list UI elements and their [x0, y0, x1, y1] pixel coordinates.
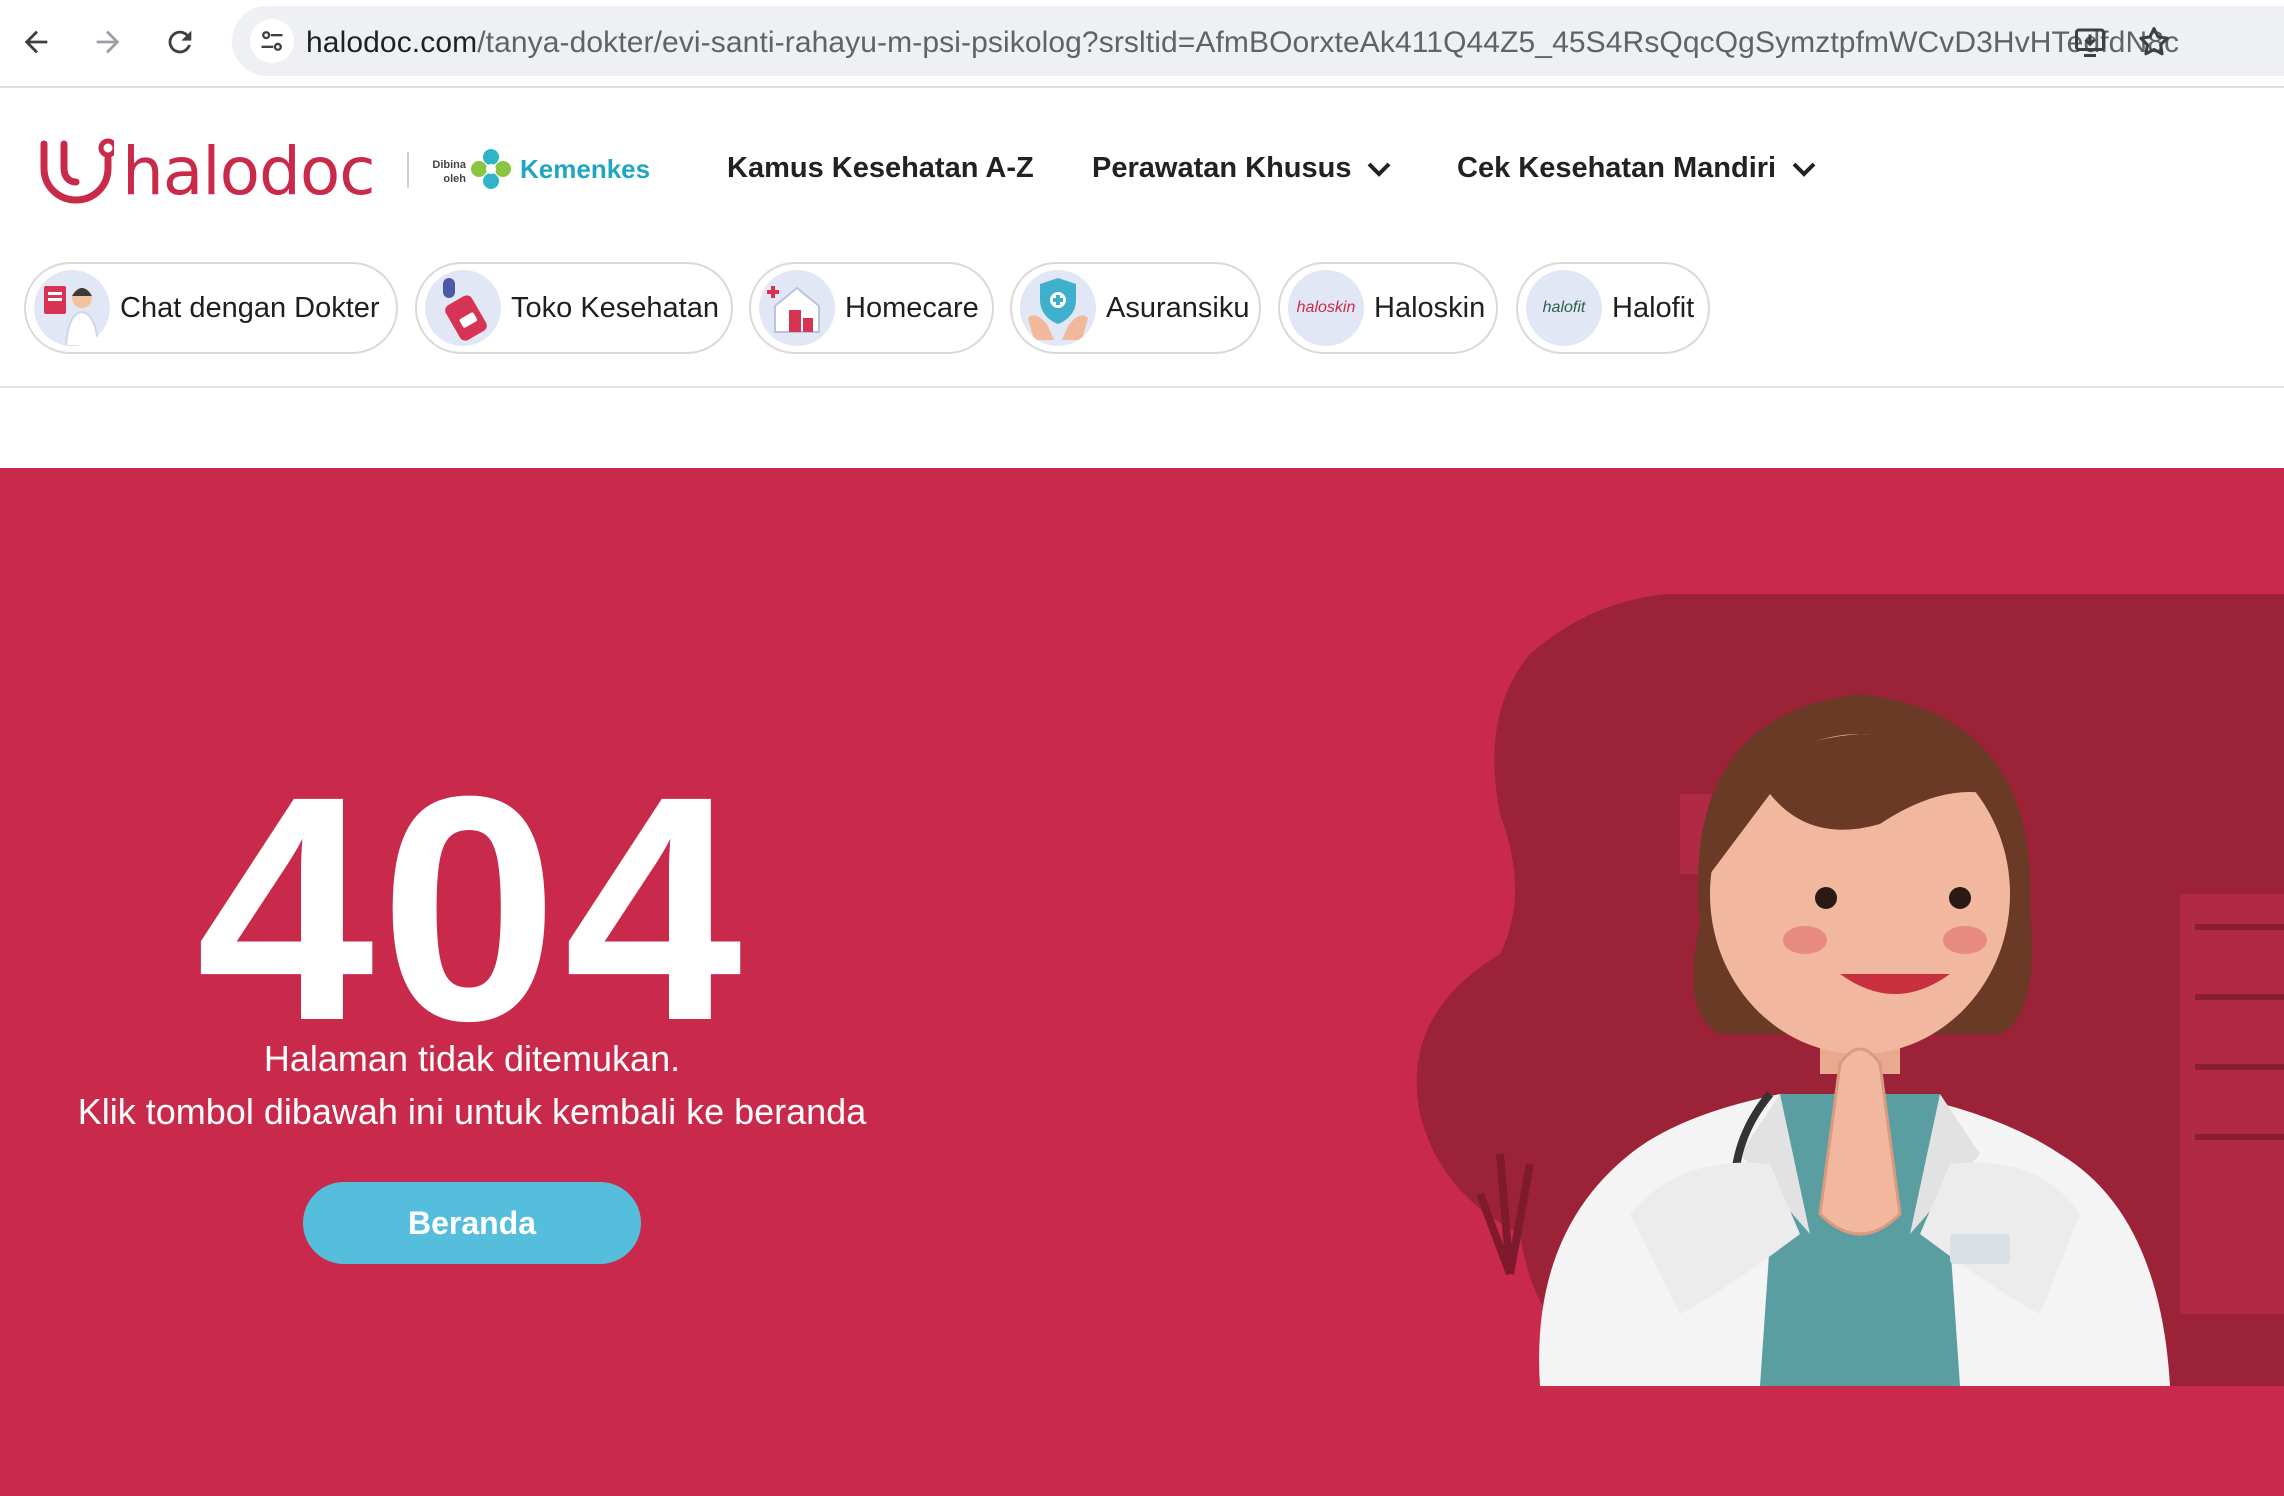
medicine-store-icon: [425, 270, 501, 346]
install-app-icon[interactable]: [2072, 24, 2108, 60]
category-label: Haloskin: [1374, 291, 1486, 324]
category-homecare[interactable]: Homecare: [749, 262, 994, 354]
back-button[interactable]: [12, 18, 60, 66]
category-label: Toko Kesehatan: [511, 291, 719, 324]
error-code: 404: [196, 729, 748, 1087]
category-asuransiku[interactable]: Asuransiku: [1010, 262, 1261, 354]
halofit-logo-icon: halofit: [1526, 270, 1602, 346]
address-bar[interactable]: halodoc.com/tanya-dokter/evi-santi-rahay…: [232, 6, 2284, 76]
doctor-chat-icon: [34, 270, 110, 346]
kemenkes-text: Kemenkes: [520, 153, 651, 184]
logo-divider: [407, 152, 409, 188]
logo-text: halodoc: [122, 133, 376, 210]
dibina-oleh-text: Dibina oleh: [432, 159, 466, 185]
nav-cek-kesehatan-mandiri[interactable]: Cek Kesehatan Mandiri: [1457, 152, 1818, 185]
error-message-line1: Halaman tidak ditemukan.: [263, 1038, 681, 1079]
forward-icon: [96, 30, 120, 54]
stethoscope-logo-icon: [40, 138, 114, 204]
nav-kamus-kesehatan[interactable]: Kamus Kesehatan A-Z: [727, 152, 1034, 185]
category-haloskin[interactable]: haloskin Haloskin: [1278, 262, 1498, 354]
kemenkes-logo: Kemenkes: [470, 148, 650, 190]
site-info-button[interactable]: [250, 19, 294, 63]
reload-icon: [168, 30, 192, 54]
url-host: halodoc.com: [306, 26, 478, 59]
kemenkes-flower-icon: [471, 149, 511, 189]
category-label: Halofit: [1612, 291, 1695, 324]
category-toko-kesehatan[interactable]: Toko Kesehatan: [415, 262, 733, 354]
halodoc-logo[interactable]: halodoc: [38, 133, 376, 210]
category-label: Asuransiku: [1106, 291, 1250, 324]
site-info-icon: [261, 31, 283, 51]
url-text[interactable]: halodoc.com/tanya-dokter/evi-santi-rahay…: [306, 26, 2179, 60]
category-label: Chat dengan Dokter: [120, 291, 380, 324]
doctor-greeting-illustration: [1416, 594, 2284, 1386]
bookmark-star-icon[interactable]: [2136, 24, 2172, 60]
header-divider: [0, 386, 2284, 388]
error-message-line2: Klik tombol dibawah ini untuk kembali ke…: [77, 1091, 867, 1132]
back-icon: [24, 30, 48, 54]
homecare-icon: [759, 270, 835, 346]
browser-toolbar: halodoc.com/tanya-dokter/evi-santi-rahay…: [0, 0, 2284, 88]
reload-button[interactable]: [156, 18, 204, 66]
error-hero: 404 Halaman tidak ditemukan. Klik tombol…: [0, 468, 2284, 1496]
haloskin-logo-icon: haloskin: [1288, 270, 1364, 346]
category-halofit[interactable]: halofit Halofit: [1516, 262, 1710, 354]
chevron-down-icon: [1792, 162, 1816, 177]
insurance-shield-icon: [1020, 270, 1096, 346]
category-label: Homecare: [845, 291, 979, 324]
beranda-button[interactable]: Beranda: [303, 1182, 641, 1264]
url-path: /tanya-dokter/evi-santi-rahayu-m-psi-psi…: [477, 26, 2180, 59]
category-chat-dengan-dokter[interactable]: Chat dengan Dokter: [24, 262, 398, 354]
nav-perawatan-khusus[interactable]: Perawatan Khusus: [1092, 152, 1393, 185]
chevron-down-icon: [1368, 162, 1391, 177]
forward-button[interactable]: [84, 18, 132, 66]
